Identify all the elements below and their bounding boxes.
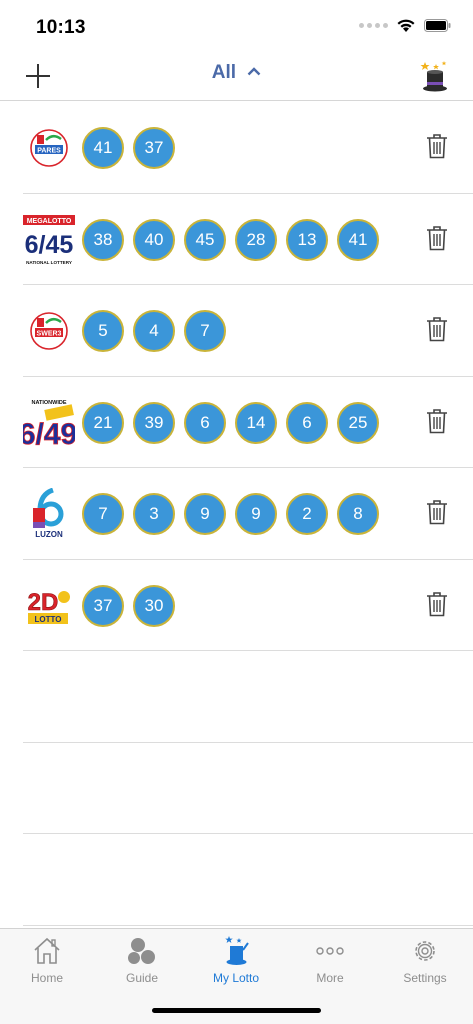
lotto-ball: 38 [82, 218, 124, 261]
ticket-row[interactable]: 2D LOTTO 37 30 [23, 560, 473, 651]
lotto-ball: 28 [235, 218, 277, 261]
dots-icon [316, 947, 344, 955]
trash-icon[interactable] [426, 225, 448, 251]
lotto-ball: 9 [235, 493, 277, 535]
number-balls: 7 3 9 9 2 8 [82, 493, 379, 535]
chevron-up-icon [247, 67, 261, 76]
status-time: 10:13 [36, 17, 86, 38]
status-icons [359, 18, 451, 33]
tab-guide[interactable]: Guide [95, 935, 189, 985]
lotto-ball: 4 [133, 310, 175, 352]
logo-top-text: MEGALOTTO [27, 218, 72, 225]
lotto-ball: 13 [286, 218, 328, 261]
home-indicator [152, 1008, 321, 1013]
2d-lotto-icon: 2D LOTTO [23, 580, 75, 632]
lotto-ball: 6 [286, 401, 328, 444]
number-balls: 41 37 [82, 127, 175, 169]
magic-hat-button[interactable] [419, 60, 449, 92]
tab-settings[interactable]: Settings [378, 935, 472, 985]
tab-label: Home [30, 971, 63, 985]
tab-home[interactable]: Home [0, 935, 94, 985]
gear-icon [415, 941, 435, 961]
house-icon [34, 937, 60, 964]
signal-icon [359, 23, 388, 28]
balls-icon [128, 938, 155, 964]
logo-main-text: 6/49 [23, 418, 75, 449]
ticket-row[interactable]: SWER3 5 4 7 [23, 285, 473, 377]
saved-tickets-list: PARES 41 37 MEGALOTTO 6/45 NATIONAL LOTT… [0, 102, 473, 926]
lotto-ball: 9 [184, 493, 226, 535]
lotto-ball: 7 [82, 493, 124, 535]
wizard-icon [225, 936, 249, 965]
lotto-ball: 7 [184, 310, 226, 352]
filter-label: All [211, 62, 236, 83]
number-balls: 5 4 7 [82, 310, 226, 352]
tab-label: My Lotto [212, 971, 260, 985]
trash-icon[interactable] [426, 133, 448, 159]
superlotto-649-icon: NATIONWIDE 6/49 [23, 397, 75, 449]
ticket-row[interactable]: NATIONWIDE 6/49 21 39 6 14 6 25 [23, 377, 473, 468]
empty-row [23, 651, 473, 743]
trash-icon[interactable] [426, 499, 448, 525]
lotto-ball: 37 [133, 127, 175, 169]
logo-main-text: 6/45 [25, 231, 74, 259]
lotto-ball: 45 [184, 218, 226, 261]
lotto-ball: 39 [133, 401, 175, 444]
lotto-ball: 41 [82, 127, 124, 169]
ticket-row[interactable]: LUZON 7 3 9 9 2 8 [23, 468, 473, 560]
lotto-ball: 14 [235, 401, 277, 444]
tab-more[interactable]: More [283, 935, 377, 985]
lotto-ball: 6 [184, 401, 226, 444]
logo-bottom-text: LUZON [35, 530, 63, 539]
lotto-ball: 3 [133, 493, 175, 535]
tab-label: More [316, 971, 344, 985]
logo-text: SWER3 [37, 331, 62, 338]
empty-row [23, 743, 473, 834]
number-balls: 37 30 [82, 584, 175, 627]
logo-bottom-text: NATIONAL LOTTERY [26, 260, 72, 265]
swer3-icon: SWER3 [23, 305, 75, 357]
lotto-ball: 21 [82, 401, 124, 444]
lotto-ball: 40 [133, 218, 175, 261]
lotto-ball: 5 [82, 310, 124, 352]
filter-dropdown[interactable]: All [0, 62, 473, 84]
battery-icon [424, 19, 451, 32]
megalotto-645-icon: MEGALOTTO 6/45 NATIONAL LOTTERY [23, 214, 75, 266]
logo-top-text: NATIONWIDE [31, 400, 66, 406]
status-bar: 10:13 [0, 0, 473, 52]
tab-label: Settings [403, 971, 447, 985]
empty-row [23, 834, 473, 926]
nav-bar: All [0, 52, 473, 101]
trash-icon[interactable] [426, 408, 448, 434]
logo-bottom-text: LOTTO [35, 615, 62, 624]
number-balls: 21 39 6 14 6 25 [82, 401, 379, 444]
6d-luzon-icon: LUZON [23, 488, 75, 540]
number-balls: 38 40 45 28 13 41 [82, 218, 379, 261]
trash-icon[interactable] [426, 316, 448, 342]
tab-my-lotto[interactable]: My Lotto [189, 935, 283, 985]
lotto-ball: 25 [337, 401, 379, 444]
logo-main-text: 2D [28, 589, 59, 616]
wifi-icon [397, 19, 415, 32]
lotto-ball: 2 [286, 493, 328, 535]
lotto-ball: 30 [133, 584, 175, 627]
pares-icon: PARES [23, 122, 75, 174]
trash-icon[interactable] [426, 591, 448, 617]
ticket-row[interactable]: PARES 41 37 [23, 102, 473, 194]
ticket-row[interactable]: MEGALOTTO 6/45 NATIONAL LOTTERY 38 40 45… [23, 194, 473, 285]
lotto-ball: 8 [337, 493, 379, 535]
lotto-ball: 41 [337, 218, 379, 261]
tab-label: Guide [125, 971, 159, 985]
logo-text: PARES [37, 148, 61, 155]
lotto-ball: 37 [82, 584, 124, 627]
